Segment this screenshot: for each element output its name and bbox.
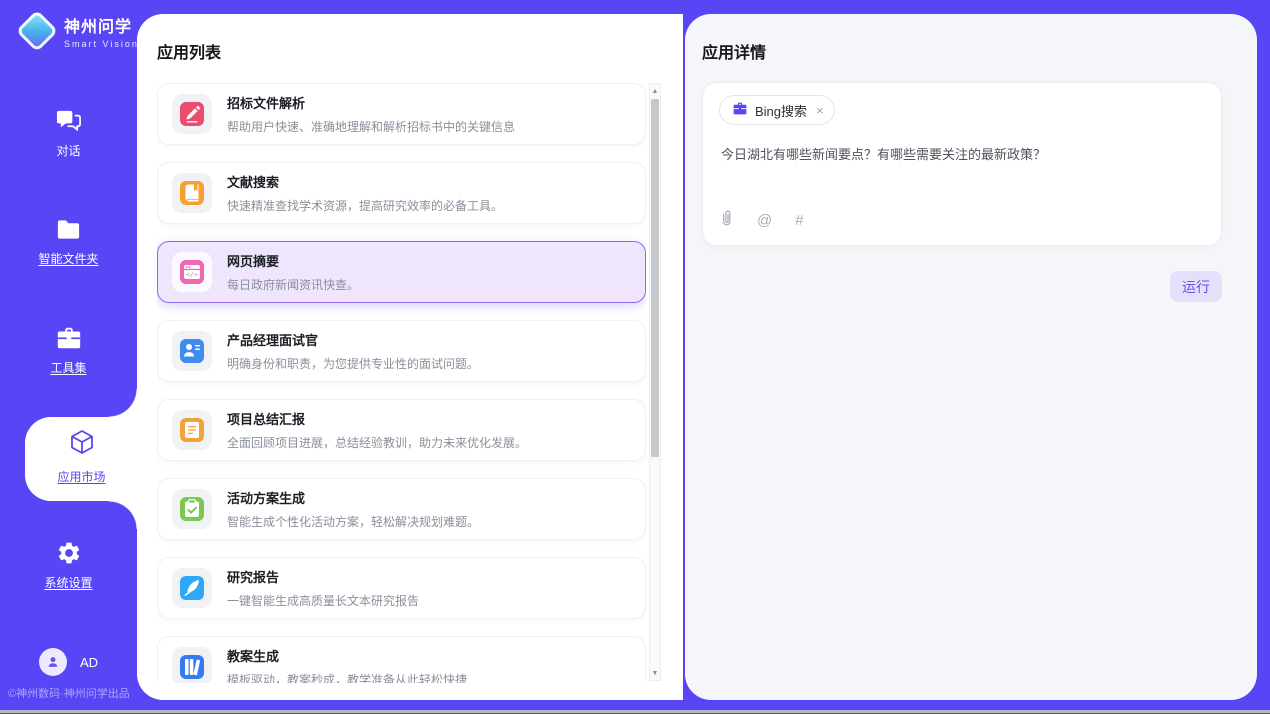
app-card-desc: 每日政府新闻资讯快查。 — [227, 276, 359, 293]
avatar — [39, 648, 67, 676]
scroll-up-icon[interactable]: ▲ — [650, 84, 660, 98]
sidebar-item-chat[interactable]: 对话 — [0, 107, 137, 159]
query-text-input[interactable]: 今日湖北有哪些新闻要点？有哪些需要关注的最新政策？ — [721, 145, 1201, 165]
gear-icon — [56, 540, 82, 566]
app-list-panel: 应用列表 招标文件解析 帮助用户快速、准确地理解和解析招标书中的关键信息 — [137, 14, 683, 700]
cube-icon — [68, 428, 96, 461]
app-card-name: 文献搜索 — [227, 172, 503, 191]
copyright-text: ©神州数码·神州问学出品 — [8, 685, 130, 701]
app-card-bid-doc-analysis[interactable]: 招标文件解析 帮助用户快速、准确地理解和解析招标书中的关键信息 — [157, 83, 646, 145]
app-detail-panel: 应用详情 Bing搜索 × 今日湖北有哪些新闻要点？有哪些需要关注的最新政策？ — [685, 14, 1257, 700]
scroll-down-icon[interactable]: ▼ — [650, 666, 660, 680]
clipboard-check-icon — [172, 489, 212, 529]
run-button[interactable]: 运行 — [1170, 271, 1222, 302]
paperclip-icon[interactable] — [719, 209, 734, 232]
app-card-pm-interviewer[interactable]: 产品经理面试官 明确身份和职责，为您提供专业性的面试问题。 — [157, 320, 646, 382]
app-card-name: 网页摘要 — [227, 251, 359, 270]
sidebar-item-app-market[interactable]: 应用市场 — [25, 428, 138, 485]
scrollbar-thumb[interactable] — [651, 99, 659, 457]
brand-name: 神州问学 — [64, 13, 139, 37]
user-account[interactable]: AD — [39, 648, 98, 676]
app-card-desc: 快速精准查找学术资源，提高研究效率的必备工具。 — [227, 197, 503, 214]
brand-logo: 神州问学 Smart Vision — [14, 13, 139, 49]
app-detail-title: 应用详情 — [702, 39, 766, 63]
app-card-name: 项目总结汇报 — [227, 409, 527, 428]
tab-fillet-bottom — [109, 501, 137, 529]
tool-tag-bing-search[interactable]: Bing搜索 × — [719, 95, 835, 125]
app-card-name: 教案生成 — [227, 646, 467, 665]
sidebar-item-toolset[interactable]: 工具集 — [0, 325, 137, 376]
app-card-desc: 智能生成个性化活动方案，轻松解决规划难题。 — [227, 513, 479, 530]
books-icon — [172, 647, 212, 683]
app-card-event-plan[interactable]: 活动方案生成 智能生成个性化活动方案，轻松解决规划难题。 — [157, 478, 646, 540]
query-editor-card: Bing搜索 × 今日湖北有哪些新闻要点？有哪些需要关注的最新政策？ @ # — [702, 82, 1222, 246]
svg-text:</>: </> — [186, 271, 198, 279]
sidebar-item-label: 工具集 — [50, 359, 86, 376]
topic-icon[interactable]: # — [795, 212, 803, 229]
sidebar-item-label: 应用市场 — [57, 468, 105, 485]
app-card-name: 产品经理面试官 — [227, 330, 479, 349]
folder-icon — [55, 217, 82, 242]
interviewer-icon — [172, 331, 212, 371]
app-list-title: 应用列表 — [157, 39, 221, 63]
toolbox-icon — [55, 325, 83, 351]
app-card-name: 研究报告 — [227, 567, 419, 586]
mention-icon[interactable]: @ — [757, 212, 772, 229]
app-card-web-summary[interactable]: </> 网页摘要 每日政府新闻资讯快查。 — [157, 241, 646, 303]
briefcase-icon — [732, 101, 748, 119]
app-card-name: 招标文件解析 — [227, 93, 515, 112]
app-card-desc: 明确身份和职责，为您提供专业性的面试问题。 — [227, 355, 479, 372]
app-card-name: 活动方案生成 — [227, 488, 479, 507]
quill-icon — [172, 568, 212, 608]
notes-icon — [172, 410, 212, 450]
browser-code-icon: </> — [172, 252, 212, 292]
editor-toolbar: @ # — [719, 209, 804, 232]
app-card-project-summary[interactable]: 项目总结汇报 全面回顾项目进展，总结经验教训，助力未来优化发展。 — [157, 399, 646, 461]
sidebar-item-label: 智能文件夹 — [38, 250, 98, 267]
sidebar-item-settings[interactable]: 系统设置 — [0, 540, 137, 591]
app-card-desc: 帮助用户快速、准确地理解和解析招标书中的关键信息 — [227, 118, 515, 135]
tag-close-icon[interactable]: × — [816, 103, 824, 118]
app-card-desc: 全面回顾项目进展，总结经验教训，助力未来优化发展。 — [227, 434, 527, 451]
app-card-desc: 一键智能生成高质量长文本研究报告 — [227, 592, 419, 609]
chat-icon — [55, 107, 82, 134]
brand-tagline: Smart Vision — [64, 39, 139, 49]
user-name: AD — [80, 655, 98, 670]
app-card-list: 招标文件解析 帮助用户快速、准确地理解和解析招标书中的关键信息 文献搜索 快速精… — [157, 83, 646, 683]
app-card-lesson-plan[interactable]: 教案生成 模板驱动，教案秒成，教学准备从此轻松快捷 — [157, 636, 646, 683]
tool-tag-label: Bing搜索 — [755, 101, 807, 120]
edit-doc-icon — [172, 94, 212, 134]
app-window: 神州问学 Smart Vision 对话 智能文件夹 工具集 — [0, 0, 1270, 714]
app-card-literature-search[interactable]: 文献搜索 快速精准查找学术资源，提高研究效率的必备工具。 — [157, 162, 646, 224]
book-icon — [172, 173, 212, 213]
app-card-desc: 模板驱动，教案秒成，教学准备从此轻松快捷 — [227, 671, 467, 683]
tab-fillet-top — [109, 389, 137, 417]
diamond-logo-icon — [16, 10, 58, 52]
sidebar-item-label: 对话 — [56, 142, 80, 159]
sidebar-item-smart-folder[interactable]: 智能文件夹 — [0, 217, 137, 267]
app-card-research-report[interactable]: 研究报告 一键智能生成高质量长文本研究报告 — [157, 557, 646, 619]
app-list-scrollbar[interactable]: ▲ ▼ — [649, 83, 661, 681]
sidebar-item-label: 系统设置 — [44, 574, 92, 591]
